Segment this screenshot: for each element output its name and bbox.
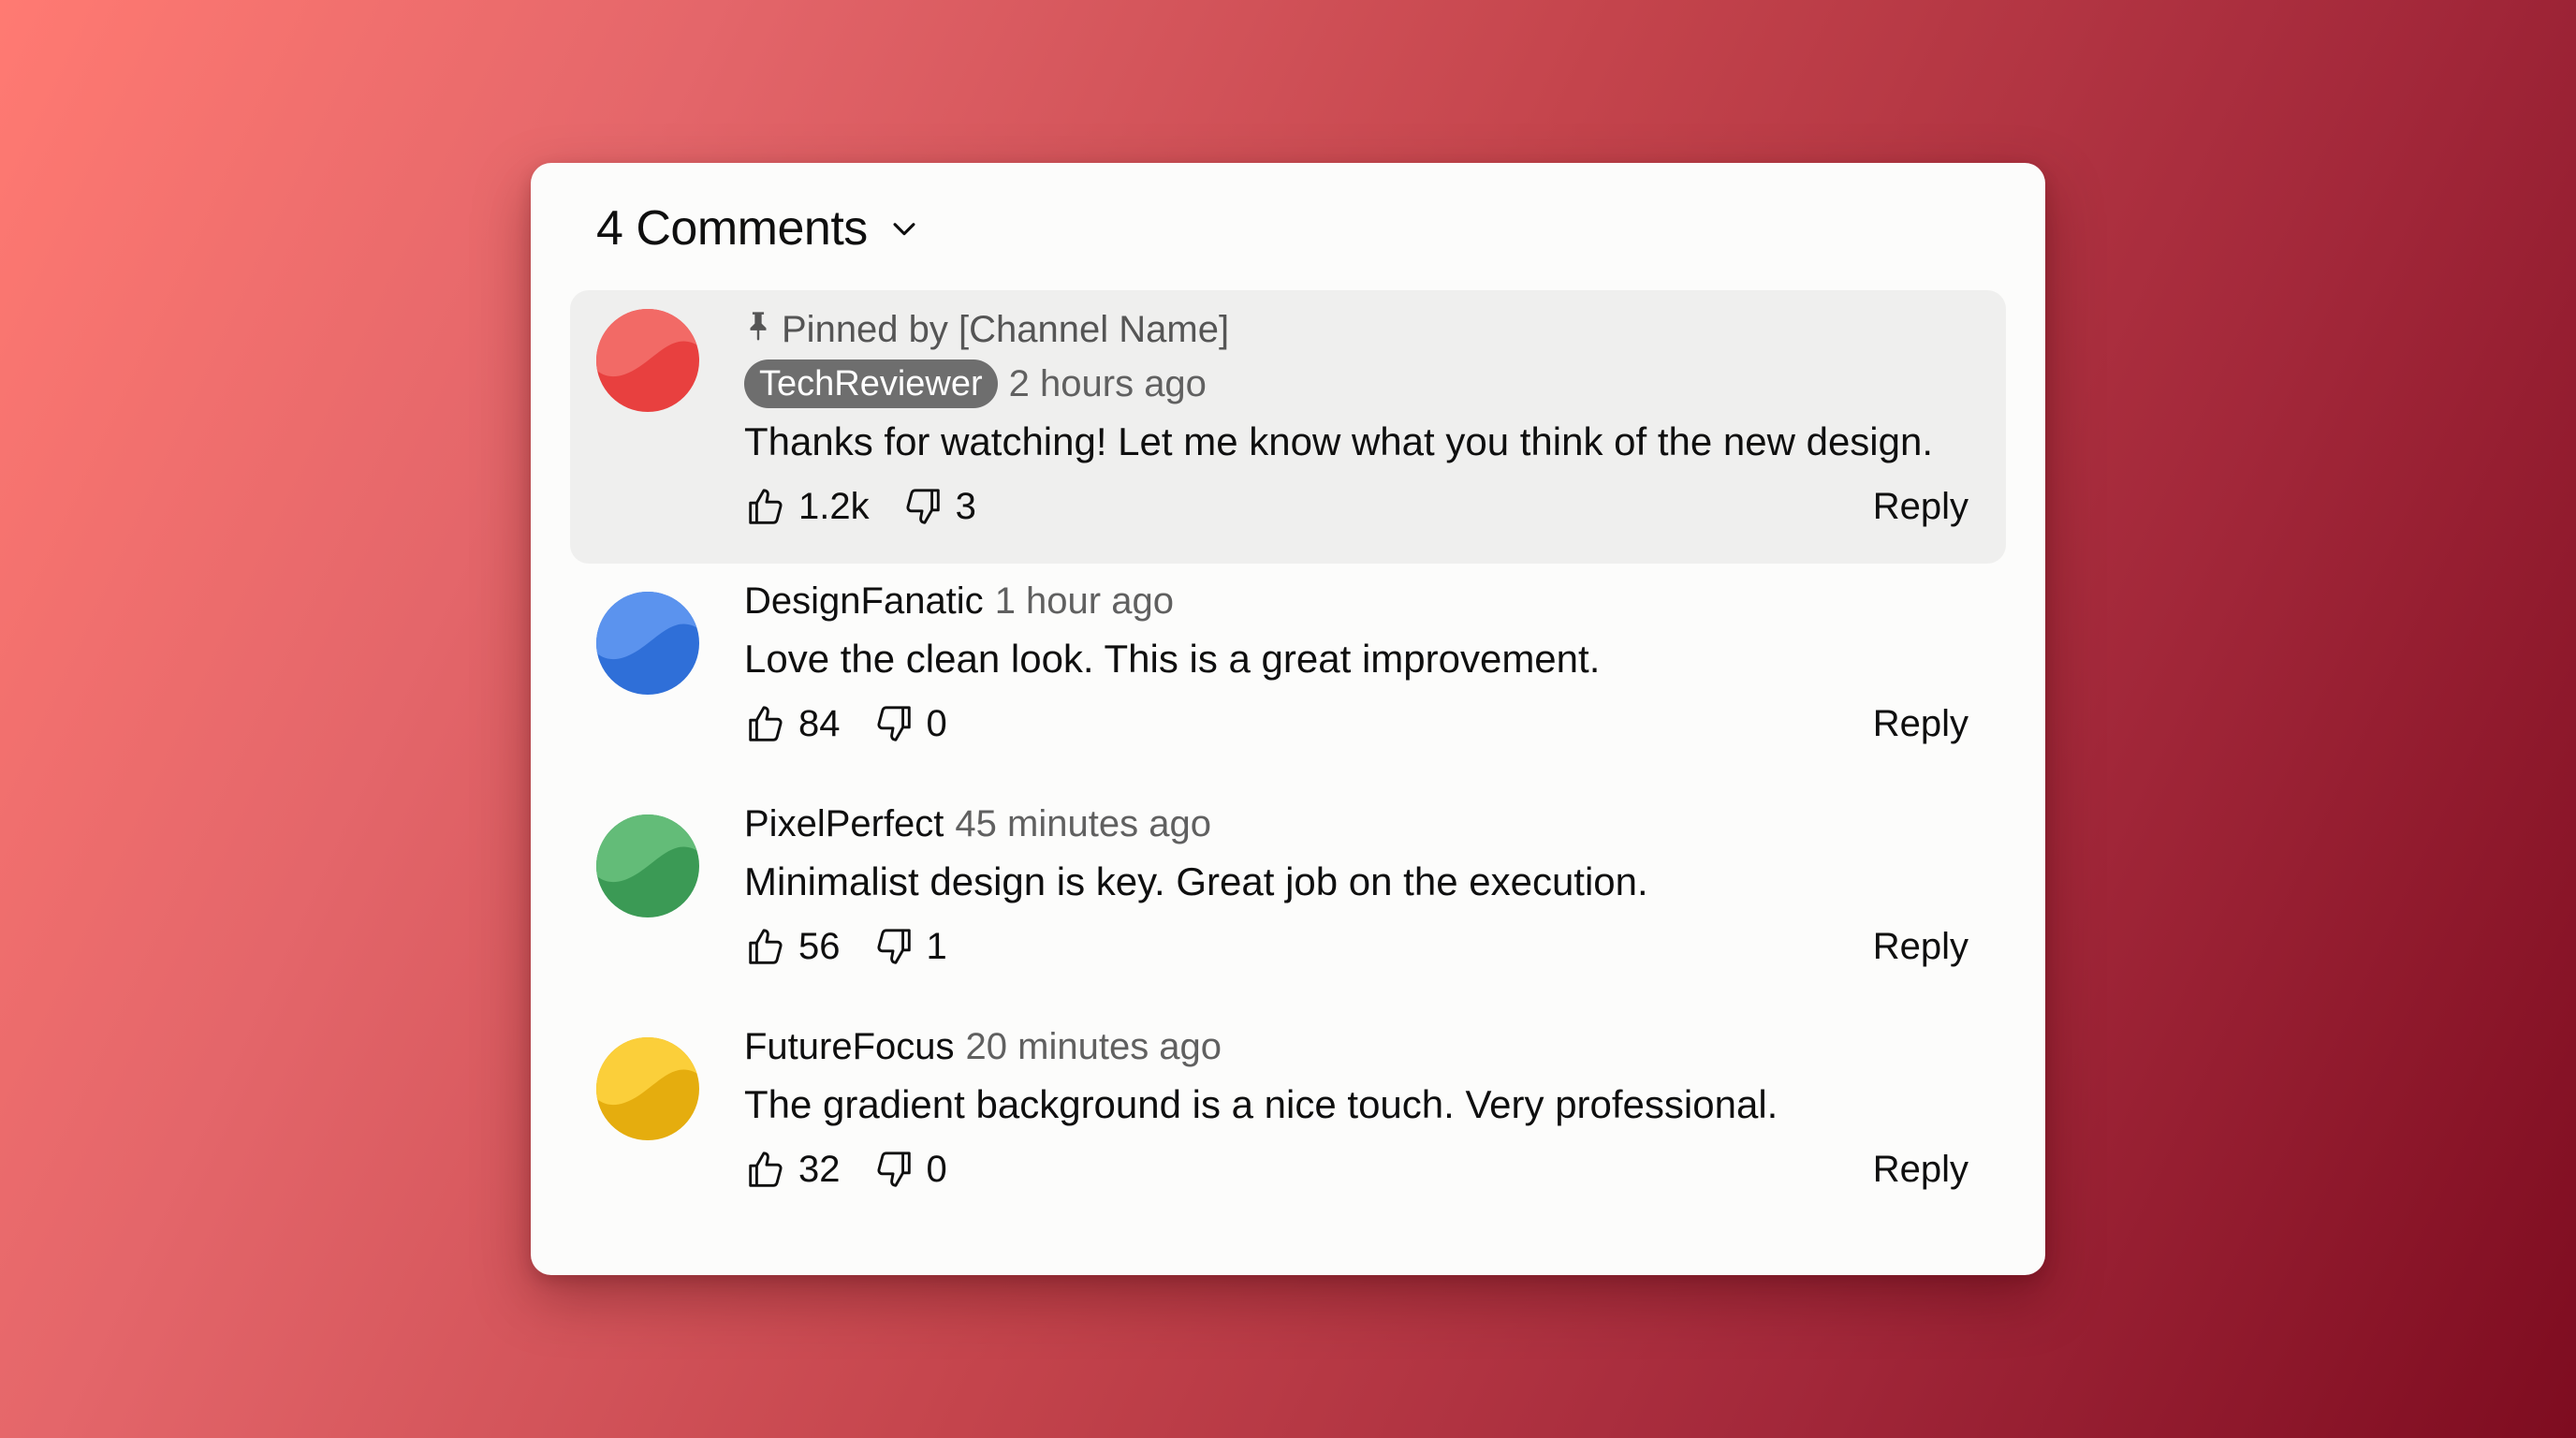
comment-timestamp[interactable]: 20 minutes ago: [966, 1026, 1222, 1068]
like-button[interactable]: 1.2k: [744, 485, 870, 528]
like-count: 32: [798, 1148, 841, 1190]
dislike-count: 0: [926, 702, 947, 744]
pinned-label: Pinned by [Channel Name]: [782, 308, 1230, 350]
dislike-button[interactable]: 1: [872, 925, 947, 968]
avatar[interactable]: [596, 309, 699, 412]
thumbs-up-icon: [744, 1148, 787, 1191]
comments-sort-toggle[interactable]: 4 Comments: [596, 204, 920, 253]
like-count: 1.2k: [798, 485, 870, 527]
reply-button[interactable]: Reply: [1873, 926, 1969, 968]
comment-text: Minimalist design is key. Great job on t…: [744, 859, 1648, 903]
chevron-down-icon: [888, 213, 920, 244]
dislike-button[interactable]: 0: [872, 702, 947, 745]
like-button[interactable]: 56: [744, 925, 841, 968]
pin-icon: [744, 309, 772, 351]
comment-timestamp[interactable]: 45 minutes ago: [955, 803, 1211, 845]
comment-text: The gradient background is a nice touch.…: [744, 1082, 1778, 1126]
reply-button[interactable]: Reply: [1873, 703, 1969, 745]
thumbs-up-icon: [744, 925, 787, 968]
dislike-count: 1: [926, 925, 947, 967]
thumbs-down-icon: [872, 1148, 915, 1191]
dislike-button[interactable]: 0: [872, 1148, 947, 1191]
author-name-chip[interactable]: TechReviewer: [744, 360, 998, 408]
author-name[interactable]: PixelPerfect: [744, 803, 944, 845]
comment-text: Thanks for watching! Let me know what yo…: [744, 419, 1934, 463]
thumbs-down-icon: [901, 485, 944, 528]
comment-item: DesignFanatic 1 hour ago Love the clean …: [570, 573, 2006, 788]
avatar[interactable]: [596, 592, 699, 695]
like-button[interactable]: 32: [744, 1148, 841, 1191]
thumbs-up-icon: [744, 702, 787, 745]
comment-item-pinned: Pinned by [Channel Name] TechReviewer 2 …: [570, 290, 2006, 564]
author-name[interactable]: DesignFanatic: [744, 580, 984, 623]
comment-item: FutureFocus 20 minutes ago The gradient …: [570, 1019, 2006, 1234]
reply-button[interactable]: Reply: [1873, 486, 1969, 528]
comment-timestamp[interactable]: 2 hours ago: [1009, 363, 1207, 405]
dislike-count: 3: [955, 485, 976, 527]
reply-button[interactable]: Reply: [1873, 1149, 1969, 1191]
like-count: 84: [798, 702, 841, 744]
like-button[interactable]: 84: [744, 702, 841, 745]
comments-panel: 4 Comments Pinned by [Channel Name] Tech…: [531, 163, 2045, 1275]
avatar[interactable]: [596, 1037, 699, 1140]
thumbs-down-icon: [872, 702, 915, 745]
dislike-count: 0: [926, 1148, 947, 1190]
author-name[interactable]: FutureFocus: [744, 1026, 955, 1068]
thumbs-up-icon: [744, 485, 787, 528]
dislike-button[interactable]: 3: [901, 485, 976, 528]
avatar[interactable]: [596, 814, 699, 917]
comment-timestamp[interactable]: 1 hour ago: [995, 580, 1174, 623]
comment-text: Love the clean look. This is a great imp…: [744, 637, 1601, 681]
pinned-indicator: Pinned by [Channel Name]: [744, 303, 1969, 356]
thumbs-down-icon: [872, 925, 915, 968]
like-count: 56: [798, 925, 841, 967]
comments-count-title: 4 Comments: [596, 201, 868, 256]
comment-item: PixelPerfect 45 minutes ago Minimalist d…: [570, 796, 2006, 1011]
